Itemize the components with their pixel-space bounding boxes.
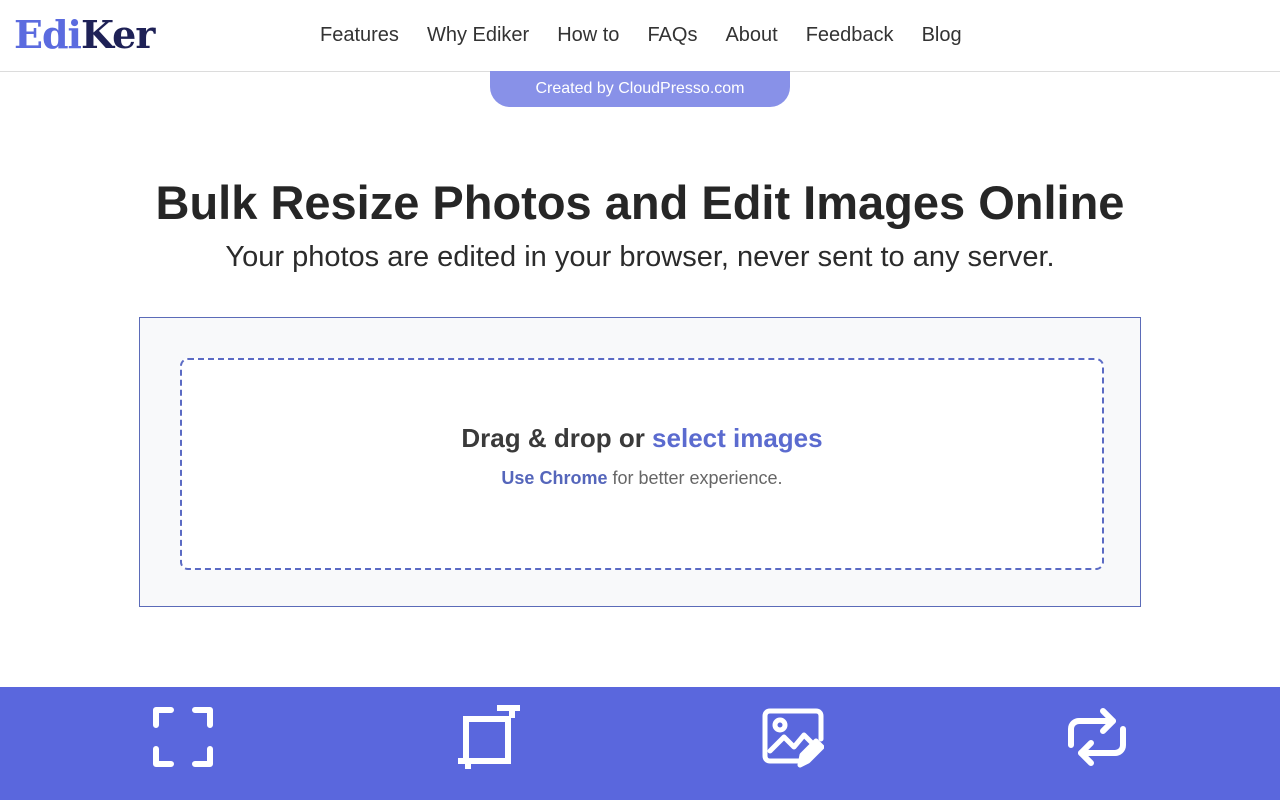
page-title: Bulk Resize Photos and Edit Images Onlin… — [155, 176, 1125, 229]
image-edit-icon — [760, 705, 824, 769]
nav-features[interactable]: Features — [320, 22, 399, 48]
convert-arrows-icon — [1065, 705, 1129, 769]
drop-prefix: Drag & drop or — [461, 423, 653, 453]
nav-blog[interactable]: Blog — [922, 22, 962, 48]
use-chrome-link[interactable]: Use Chrome — [501, 468, 607, 488]
browser-hint: Use Chrome for better experience. — [182, 466, 1102, 490]
page-subtitle: Your photos are edited in your browser, … — [225, 241, 1055, 273]
nav-feedback[interactable]: Feedback — [806, 22, 894, 48]
select-images-link[interactable]: select images — [652, 423, 823, 453]
nav-faqs[interactable]: FAQs — [647, 22, 697, 48]
dropzone[interactable]: Drag & drop or select images Use Chrome … — [180, 358, 1104, 570]
upload-panel: Drag & drop or select images Use Chrome … — [139, 317, 1141, 607]
crop-icon — [456, 705, 520, 769]
logo-part-ker: Ker — [80, 12, 155, 57]
nav-about[interactable]: About — [725, 22, 777, 48]
logo-part-edi: Edi — [14, 12, 82, 57]
hint-text: for better experience. — [607, 468, 783, 488]
expand-icon — [151, 705, 215, 769]
credit-badge[interactable]: Created by CloudPresso.com — [490, 71, 790, 107]
top-navbar: EdiKer Features Why Ediker How to FAQs A… — [0, 0, 1280, 72]
nav-why-ediker[interactable]: Why Ediker — [427, 22, 529, 48]
logo[interactable]: EdiKer — [14, 12, 155, 58]
drop-instruction: Drag & drop or select images — [182, 422, 1102, 454]
features-strip — [0, 687, 1280, 800]
nav-how-to[interactable]: How to — [557, 22, 619, 48]
main-nav: Features Why Ediker How to FAQs About Fe… — [320, 22, 962, 48]
